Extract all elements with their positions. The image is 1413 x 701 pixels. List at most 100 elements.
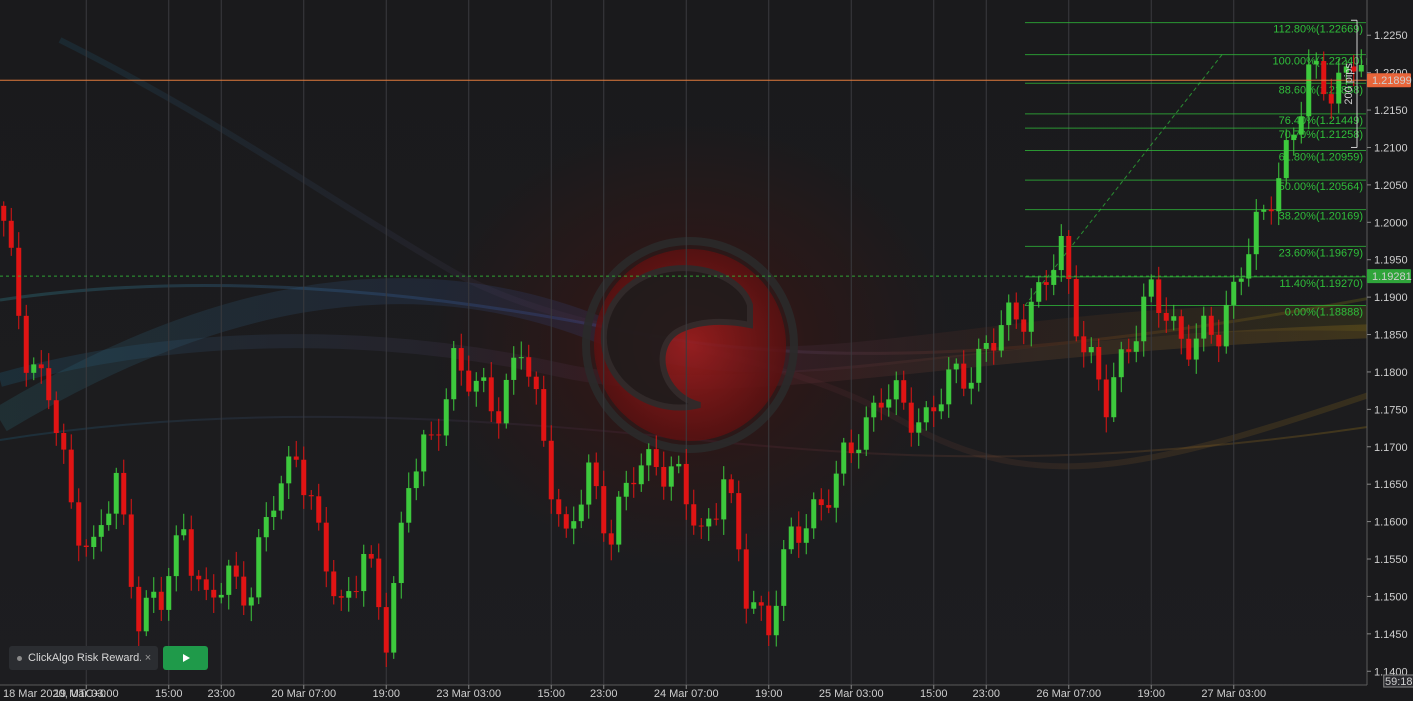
x-tick-label: 15:00 (155, 688, 183, 700)
bull-candle (1261, 209, 1267, 212)
bull-candle (278, 483, 284, 511)
bear-candle (293, 456, 299, 460)
status-dot-icon (17, 655, 22, 661)
x-tick-label: 23:00 (207, 688, 235, 700)
bear-candle (61, 433, 67, 450)
bull-candle (578, 504, 584, 522)
bull-candle (181, 529, 187, 536)
bear-candle (316, 496, 322, 523)
play-button[interactable] (163, 646, 208, 670)
bear-candle (1163, 312, 1169, 321)
bull-candle (151, 591, 157, 598)
y-tick-label: 1.2100 (1374, 142, 1408, 154)
bull-candle (1306, 64, 1312, 117)
bear-candle (818, 499, 824, 506)
bull-candle (451, 348, 457, 400)
fib-level-label: 11.40%(1.19270) (1279, 278, 1363, 290)
bull-candle (1336, 72, 1342, 104)
bull-candle (788, 526, 794, 550)
bear-candle (796, 526, 802, 543)
line-price-value: 1.19281 (1372, 271, 1412, 283)
bull-candle (91, 536, 97, 548)
bull-candle (1298, 116, 1304, 135)
bear-candle (46, 368, 52, 401)
logo-watermark (582, 237, 798, 453)
bear-candle (196, 575, 202, 580)
bull-candle (1193, 338, 1199, 360)
bear-candle (728, 479, 734, 494)
y-tick-label: 1.1750 (1374, 404, 1408, 416)
bear-candle (136, 586, 142, 632)
bull-candle (286, 456, 292, 484)
bear-candle (23, 315, 29, 373)
bull-candle (983, 342, 989, 349)
fib-level-label: 112.80%(1.22669) (1273, 24, 1363, 36)
time-axis[interactable]: 18 Mar 2020, UTC+019 Mar 03:00 15:00 23:00… (0, 684, 1413, 701)
bear-candle (1103, 379, 1109, 418)
x-tick-label: 19:00 (755, 688, 783, 700)
bull-candle (256, 537, 262, 598)
y-tick-label: 1.1500 (1374, 591, 1408, 603)
bull-candle (1141, 296, 1147, 342)
bull-candle (638, 465, 644, 485)
bear-candle (548, 440, 554, 500)
bear-candle (353, 591, 359, 593)
bull-candle (406, 488, 412, 523)
bull-candle (263, 517, 269, 538)
y-tick-label: 1.1950 (1374, 255, 1408, 267)
bear-candle (601, 486, 607, 534)
bear-candle (466, 370, 472, 392)
y-tick-label: 1.1650 (1374, 479, 1408, 491)
chart-window: 112.80%(1.22669)100.00%(1.22240)88.60%(1… (0, 0, 1413, 701)
bull-candle (1358, 64, 1364, 72)
bear-candle (758, 602, 764, 606)
bear-candle (1156, 279, 1162, 313)
bull-candle (856, 449, 862, 454)
bear-candle (1073, 279, 1079, 337)
bull-candle (773, 605, 779, 636)
bear-candle (848, 442, 854, 454)
fib-level-label: 23.60%(1.19679) (1279, 247, 1363, 259)
bull-candle (923, 407, 929, 423)
bear-candle (496, 411, 502, 424)
bear-candle (631, 482, 637, 485)
bear-candle (1268, 209, 1274, 212)
bear-candle (121, 472, 127, 515)
y-tick-label: 1.1450 (1374, 629, 1408, 641)
bear-candle (713, 518, 719, 520)
bear-candle (691, 504, 697, 526)
price-axis[interactable]: 1.22501.22001.21501.21001.20501.20001.19… (1366, 0, 1413, 685)
cbot-instance-panel[interactable]: ClickAlgo Risk Reward... × (9, 646, 158, 670)
bear-candle (301, 459, 307, 496)
bull-candle (1223, 304, 1229, 347)
price-chart[interactable]: 112.80%(1.22669)100.00%(1.22240)88.60%(1… (0, 0, 1413, 701)
bull-candle (841, 442, 847, 474)
bear-candle (16, 247, 22, 316)
bear-candle (436, 434, 442, 436)
bear-candle (368, 553, 374, 559)
bull-candle (668, 466, 674, 487)
bull-candle (31, 364, 37, 373)
bull-candle (803, 528, 809, 543)
pip-ruler-label: 200 pips (1343, 63, 1355, 105)
bull-candle (248, 597, 254, 606)
bear-candle (1328, 94, 1334, 104)
x-tick-label: 23:00 (590, 688, 618, 700)
bull-candle (503, 379, 509, 424)
bull-candle (481, 377, 487, 381)
bear-candle (233, 565, 239, 577)
bull-candle (893, 380, 899, 400)
x-tick-label: 24 Mar 07:00 (654, 688, 719, 700)
bear-candle (878, 402, 884, 408)
bear-candle (901, 380, 907, 403)
x-tick-label: 15:00 (920, 688, 948, 700)
x-tick-label: 20 Mar 07:00 (271, 688, 336, 700)
bull-candle (443, 399, 449, 436)
close-icon[interactable]: × (141, 652, 155, 664)
y-tick-label: 1.2050 (1374, 180, 1408, 192)
bull-candle (511, 357, 517, 380)
bull-candle (586, 462, 592, 505)
bear-candle (533, 376, 539, 390)
bull-candle (1036, 282, 1042, 302)
y-tick-label: 1.1800 (1374, 367, 1408, 379)
